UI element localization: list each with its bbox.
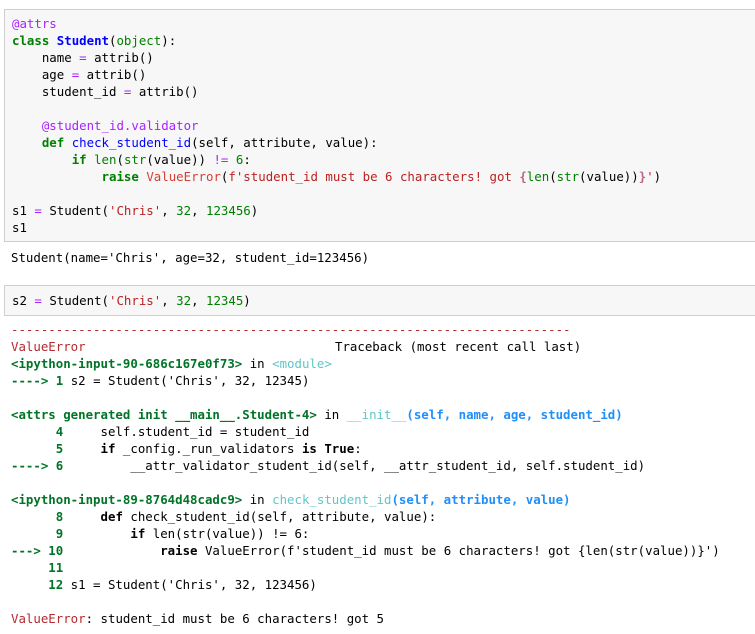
traceback-header: ValueError Traceback (most recent call la… — [11, 338, 581, 355]
frame-func: __init__ — [346, 407, 407, 422]
traceback-dashes: ----------------------------------------… — [11, 322, 571, 337]
frame-args: (self, attribute, value) — [391, 492, 571, 507]
output-text: Student(name='Chris', age=32, student_id… — [11, 250, 370, 265]
frame-3-line-8: 8 def check_student_id(self, attribute, … — [11, 509, 437, 524]
frame-module: <module> — [272, 356, 332, 371]
code-line: def check_student_id(self, attribute, va… — [41, 135, 378, 150]
code-line: name = attrib() — [12, 50, 154, 65]
frame-in: in — [316, 407, 347, 422]
frame-file: <attrs generated init __main__.Student-4… — [11, 407, 317, 422]
frame-args: (self, name, age, student_id) — [406, 407, 623, 422]
code-line: s2 = Student('Chris', 32, 12345) — [12, 293, 251, 308]
frame-2-line-6: ----> 6 __attr_validator_student_id(self… — [11, 457, 645, 474]
traceback-output: ----------------------------------------… — [0, 316, 755, 634]
final-error-message: : student_id must be 6 characters! got 5 — [85, 611, 385, 626]
frame-2-line-4: 4 self.student_id = student_id — [11, 424, 310, 439]
frame-1-line: ----> 1 s2 = Student('Chris', 32, 12345) — [11, 372, 309, 389]
code-line: @student_id.validator — [41, 118, 199, 133]
frame-file: <ipython-input-90-686c167e0f73> — [11, 356, 243, 371]
frame-2-header: <attrs generated init __main__.Student-4… — [11, 406, 623, 423]
frame-3-line-10: ---> 10 raise ValueError(f'student_id mu… — [11, 543, 720, 558]
frame-3-line-12: 12 s1 = Student('Chris', 32, 123456) — [11, 577, 317, 592]
frame-3-header: <ipython-input-89-8764d48cadc9> in check… — [11, 491, 571, 508]
frame-2-line-5: 5 if _config._run_validators is True: — [11, 441, 362, 456]
frame-3-line-9: 9 if len(str(value)) != 6: — [11, 526, 310, 541]
frame-1-header: <ipython-input-90-686c167e0f73> in <modu… — [11, 355, 332, 372]
output-cell-1: Student(name='Chris', age=32, student_id… — [0, 242, 755, 272]
frame-arrow: ----> 1 — [11, 373, 71, 388]
final-error: ValueError: student_id must be 6 charact… — [11, 610, 384, 627]
frame-arrow: ---> 10 — [11, 543, 71, 558]
code-cell-1[interactable]: @attrs class Student(object): name = att… — [4, 9, 755, 242]
frame-in: in — [242, 492, 273, 507]
code-line: raise ValueError(f'student_id must be 6 … — [101, 169, 662, 184]
code-line: age = attrib() — [12, 67, 147, 82]
frame-code: __attr_validator_student_id(self, __attr… — [70, 458, 646, 473]
code-line: if len(str(value)) != 6: — [71, 152, 251, 167]
header-right: Traceback (most recent call last) — [335, 339, 582, 354]
code-cell-2[interactable]: s2 = Student('Chris', 32, 12345) — [4, 285, 755, 316]
frame-code: s2 = Student('Chris', 32, 12345) — [70, 373, 310, 388]
code-line: s1 — [12, 220, 27, 235]
frame-arrow: ----> 6 — [11, 458, 71, 473]
error-name: ValueError — [11, 339, 86, 354]
code-line: student_id = attrib() — [12, 84, 199, 99]
frame-file: <ipython-input-89-8764d48cadc9> — [11, 492, 243, 507]
final-error-name: ValueError — [11, 611, 86, 626]
code-line: s1 = Student('Chris', 32, 123456) — [12, 203, 259, 218]
frame-func: check_student_id — [272, 492, 392, 507]
frame-3-line-11: 11 — [11, 560, 64, 575]
code-line: class Student(object): — [12, 33, 177, 48]
frame-in: in — [242, 356, 273, 371]
code-line: @attrs — [12, 16, 57, 31]
